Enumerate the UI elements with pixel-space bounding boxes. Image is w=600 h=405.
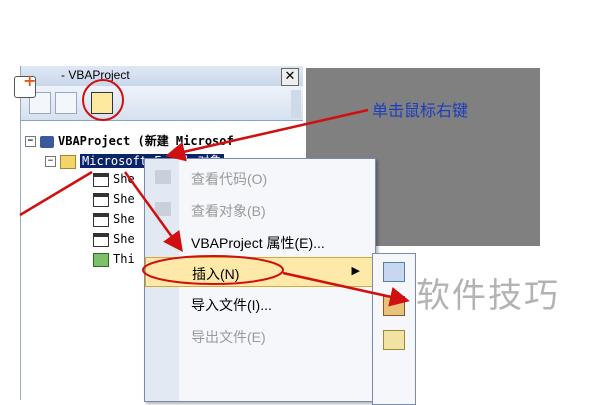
menu-item-label: VBAProject 属性(E)... [191, 235, 325, 251]
window-title: - VBAProject [61, 68, 130, 82]
close-button[interactable]: ✕ [281, 68, 299, 86]
collapse-icon[interactable]: − [25, 136, 36, 147]
folder-icon [60, 154, 76, 169]
module-icon[interactable] [383, 296, 405, 316]
tree-node-vbaproject[interactable]: − VBAProject (新建 Microsof [25, 132, 234, 150]
sheet-icon [93, 212, 109, 227]
view-code-icon [155, 170, 171, 184]
view-object-icon [155, 202, 171, 216]
project-icon [40, 135, 54, 148]
menu-item-label: 导入文件(I)... [191, 297, 272, 313]
view-object-icon[interactable] [55, 92, 77, 114]
tree-node-label: VBAProject (新建 Microsof [58, 134, 234, 148]
class-module-icon[interactable] [383, 330, 405, 350]
tree-node-label: She [113, 172, 135, 186]
add-icon[interactable]: + [14, 71, 36, 98]
tree-node-label: Thi [113, 252, 135, 266]
insert-submenu [372, 253, 416, 405]
menu-item-label: 导出文件(E) [191, 329, 266, 345]
workbook-icon [93, 252, 109, 267]
sheet-icon [93, 192, 109, 207]
menu-item-export-file[interactable]: 导出文件(E) [145, 321, 375, 351]
menu-item-label: 查看对象(B) [191, 203, 266, 219]
tree-node-thisworkbook[interactable]: Thi [93, 252, 135, 270]
submenu-arrow-icon: ▶ [351, 265, 360, 277]
tree-node-sheet[interactable]: She [93, 172, 135, 190]
menu-item-view-code[interactable]: 查看代码(O) [145, 163, 375, 193]
menu-item-insert[interactable]: 插入(N) ▶ [145, 257, 375, 287]
tree-node-label: She [113, 192, 135, 206]
annotation-label: 单击鼠标右键 [372, 101, 469, 120]
tree-node-sheet[interactable]: She [93, 212, 135, 230]
sheet-icon [93, 232, 109, 247]
project-toolbar [21, 86, 303, 121]
sheet-icon [93, 172, 109, 187]
tree-node-label: She [113, 212, 135, 226]
menu-item-properties[interactable]: VBAProject 属性(E)... [145, 227, 375, 257]
context-menu: 查看代码(O) 查看对象(B) VBAProject 属性(E)... 插入(N… [144, 158, 376, 402]
menu-item-view-object[interactable]: 查看对象(B) [145, 195, 375, 225]
tree-node-label: She [113, 232, 135, 246]
userform-icon[interactable] [383, 262, 405, 282]
project-explorer-titlebar: - VBAProject ✕ [21, 66, 303, 87]
tree-node-sheet[interactable]: She [93, 192, 135, 210]
toggle-folders-icon[interactable] [91, 92, 113, 114]
menu-item-label: 插入(N) [192, 266, 240, 282]
menu-item-label: 查看代码(O) [191, 171, 268, 187]
collapse-icon[interactable]: − [45, 156, 56, 167]
toolbar-overflow-icon[interactable] [291, 90, 301, 118]
watermark: 软件技巧 [416, 276, 560, 316]
tree-node-sheet[interactable]: She [93, 232, 135, 250]
menu-item-import-file[interactable]: 导入文件(I)... [145, 289, 375, 319]
